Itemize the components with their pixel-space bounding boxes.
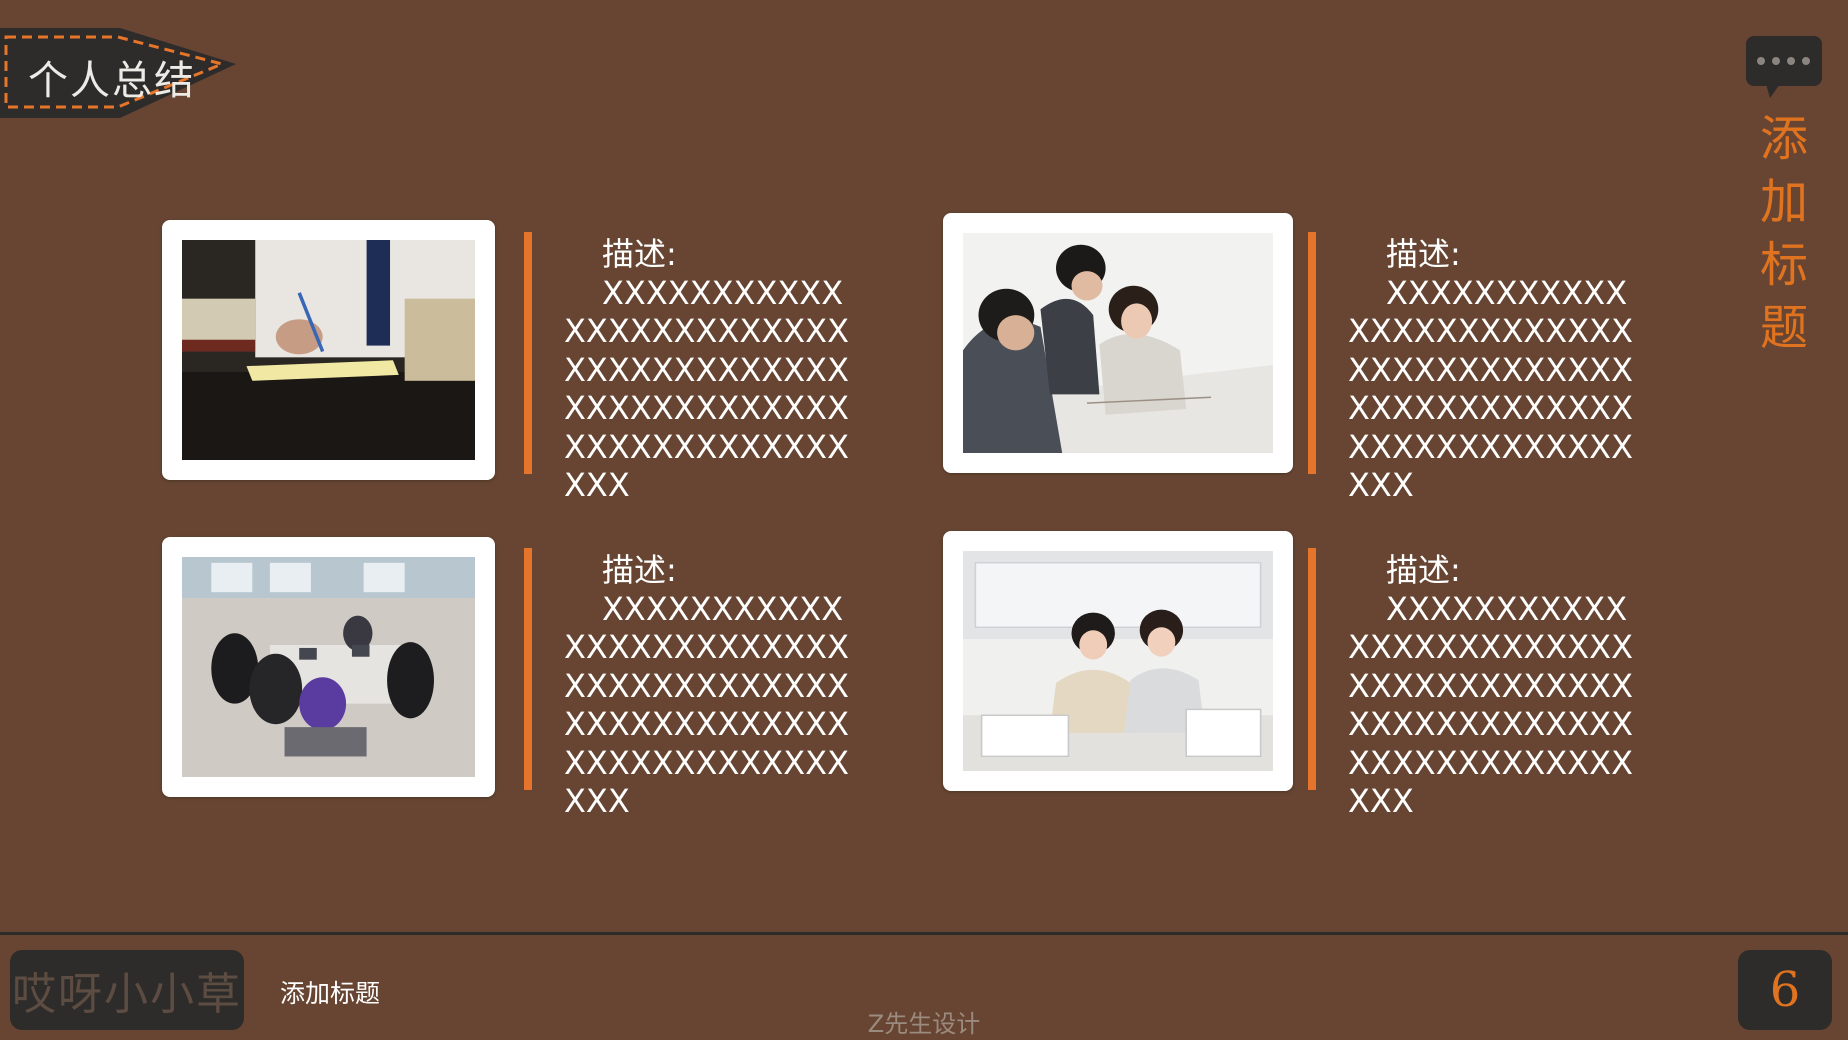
side-title-char: 加 [1759,174,1808,230]
side-title-char: 标 [1759,237,1808,293]
accent-bar [1308,232,1316,474]
description-block: 描述: XXXXXXXXXXXXXXXXXXXXXXXXXXXXXXXXXXXX… [564,551,854,821]
designer-credit: Z先生设计 [867,1010,981,1038]
footer-divider [0,932,1848,935]
side-title-char: 题 [1759,300,1808,356]
section-tag-label: 个人总结 [28,58,196,104]
description-text: XXXXXXXXXXXXXXXXXXXXXXXXXXXXXXXXXXXXXXXX… [1348,589,1633,821]
photo-frame [162,537,495,797]
page-number: 6 [1738,950,1832,1030]
description-label: 描述: [1386,551,1461,589]
description-text: XXXXXXXXXXXXXXXXXXXXXXXXXXXXXXXXXXXXXXXX… [564,589,849,821]
description-block: 描述: XXXXXXXXXXXXXXXXXXXXXXXXXXXXXXXXXXXX… [1348,551,1638,821]
person-writing-at-desk-photo [182,240,475,460]
description-label: 描述: [1386,235,1461,273]
accent-bar [524,232,532,474]
description-text: XXXXXXXXXXXXXXXXXXXXXXXXXXXXXXXXXXXXXXXX… [1348,273,1633,505]
side-title-char: 添 [1759,111,1808,167]
side-title: 添 加 标 题 [1756,108,1812,360]
group-study-photo [182,557,475,777]
description-text: XXXXXXXXXXXXXXXXXXXXXXXXXXXXXXXXXXXXXXXX… [564,273,849,505]
photo-frame [162,220,495,480]
description-block: 描述: XXXXXXXXXXXXXXXXXXXXXXXXXXXXXXXXXXXX… [1348,235,1638,505]
photo-frame [943,213,1293,473]
accent-bar [1308,548,1316,790]
description-label: 描述: [602,551,677,589]
office-computer-photo [963,551,1273,771]
chat-bubble-icon [1746,36,1822,102]
description-label: 描述: [602,235,677,273]
business-meeting-photo [963,233,1273,453]
description-block: 描述: XXXXXXXXXXXXXXXXXXXXXXXXXXXXXXXXXXXX… [564,235,854,505]
accent-bar [524,548,532,790]
section-tag: 个人总结 [0,28,236,118]
photo-frame [943,531,1293,791]
